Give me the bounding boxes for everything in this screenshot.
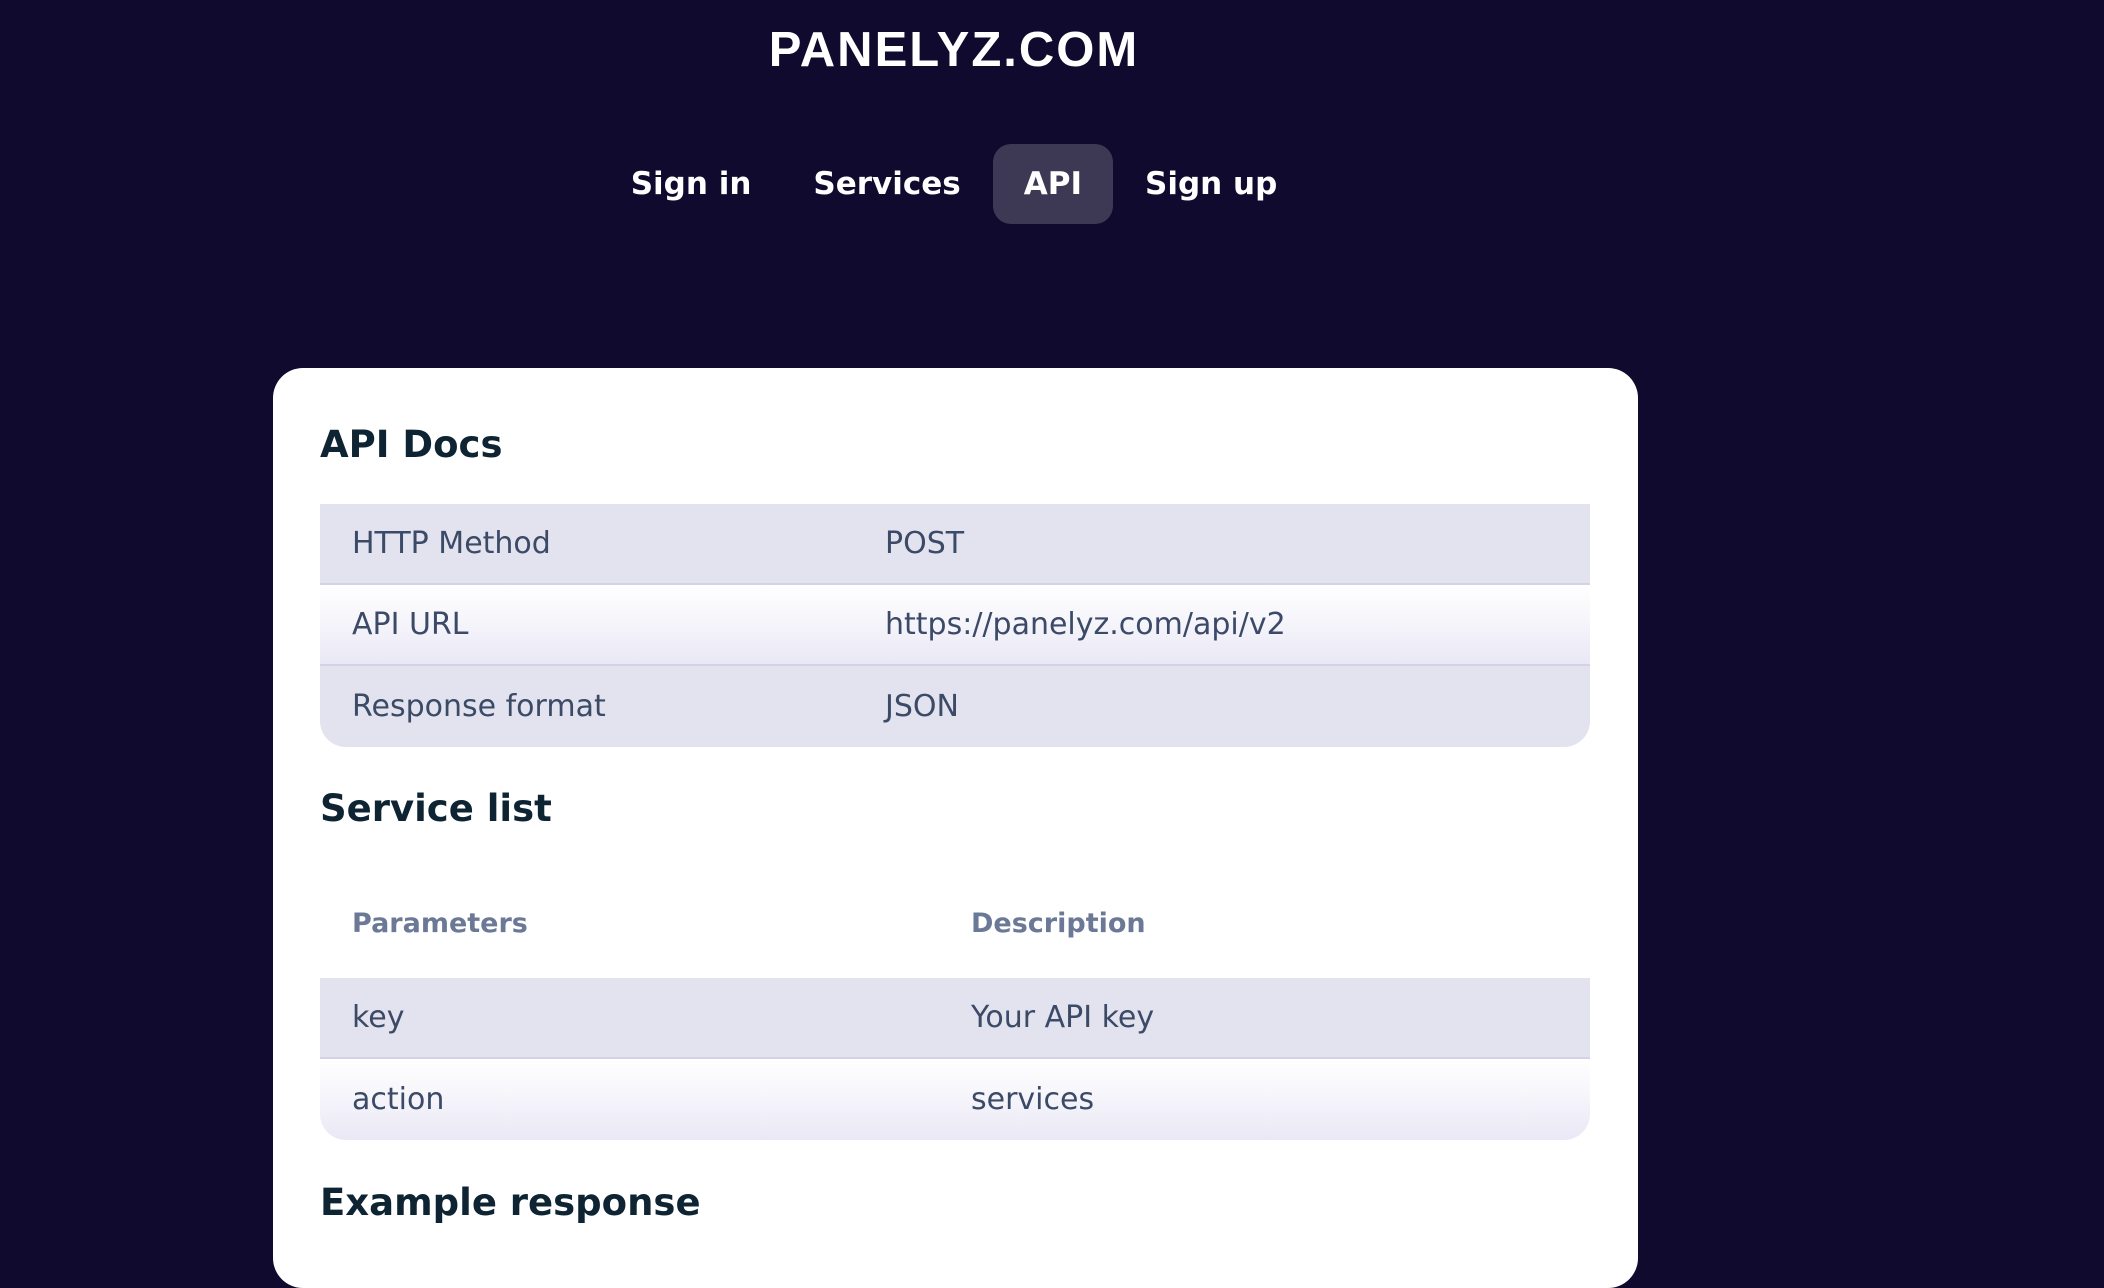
row-value: https://panelyz.com/api/v2 [885, 607, 1286, 642]
nav-services[interactable]: Services [783, 144, 990, 224]
main-nav: Sign in Services API Sign up [0, 144, 1908, 224]
row-label: API URL [352, 607, 469, 642]
column-header-description: Description [971, 907, 1146, 939]
example-response-title: Example response [320, 1181, 701, 1224]
row-label: HTTP Method [352, 526, 551, 561]
service-list-title: Service list [320, 787, 552, 830]
table-row: API URL https://panelyz.com/api/v2 [320, 585, 1590, 666]
table-row: Response format JSON [320, 666, 1590, 747]
param-name: action [352, 1082, 445, 1117]
row-value: JSON [885, 689, 959, 724]
service-list-table: Parameters Description key Your API key … [320, 868, 1590, 1140]
column-header-parameters: Parameters [352, 907, 528, 939]
api-info-table: HTTP Method POST API URL https://panelyz… [320, 504, 1590, 747]
param-description: services [971, 1082, 1095, 1117]
site-logo[interactable]: PANELYZ.COM [0, 20, 1908, 80]
table-row: HTTP Method POST [320, 504, 1590, 585]
param-description: Your API key [971, 1000, 1155, 1035]
api-docs-card: API Docs HTTP Method POST API URL https:… [273, 368, 1638, 1288]
nav-sign-in[interactable]: Sign in [601, 144, 782, 224]
nav-sign-up[interactable]: Sign up [1115, 144, 1307, 224]
table-row: key Your API key [320, 978, 1590, 1059]
row-label: Response format [352, 689, 606, 724]
row-value: POST [885, 526, 965, 561]
nav-api[interactable]: API [992, 144, 1113, 224]
param-name: key [352, 1000, 405, 1035]
table-row: action services [320, 1059, 1590, 1140]
table-header: Parameters Description [320, 868, 1590, 978]
api-docs-title: API Docs [320, 423, 503, 466]
